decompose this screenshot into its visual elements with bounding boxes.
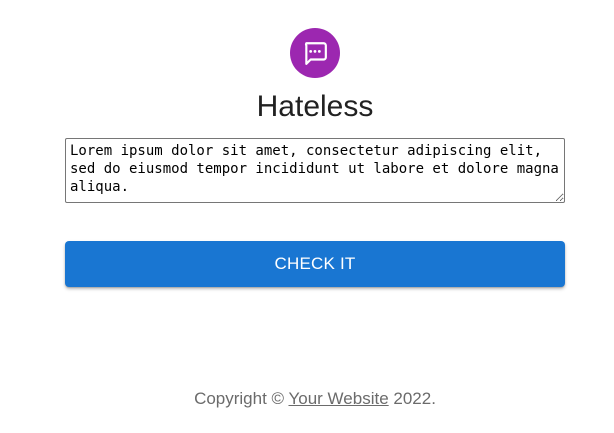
text-input-wrapper xyxy=(65,138,565,203)
copyright-prefix: Copyright © xyxy=(194,389,289,408)
check-it-button[interactable]: CHECK IT xyxy=(65,241,565,287)
footer-copyright: Copyright © Your Website 2022. xyxy=(0,388,614,410)
page-title: Hateless xyxy=(256,90,374,123)
copyright-suffix: 2022. xyxy=(388,389,436,408)
your-website-link[interactable]: Your Website xyxy=(288,389,388,408)
page: Hateless CHECK IT Copyright © Your Websi… xyxy=(0,0,614,433)
text-input[interactable] xyxy=(65,138,565,203)
logo-avatar xyxy=(290,28,340,78)
chat-bubble-icon xyxy=(304,42,327,65)
